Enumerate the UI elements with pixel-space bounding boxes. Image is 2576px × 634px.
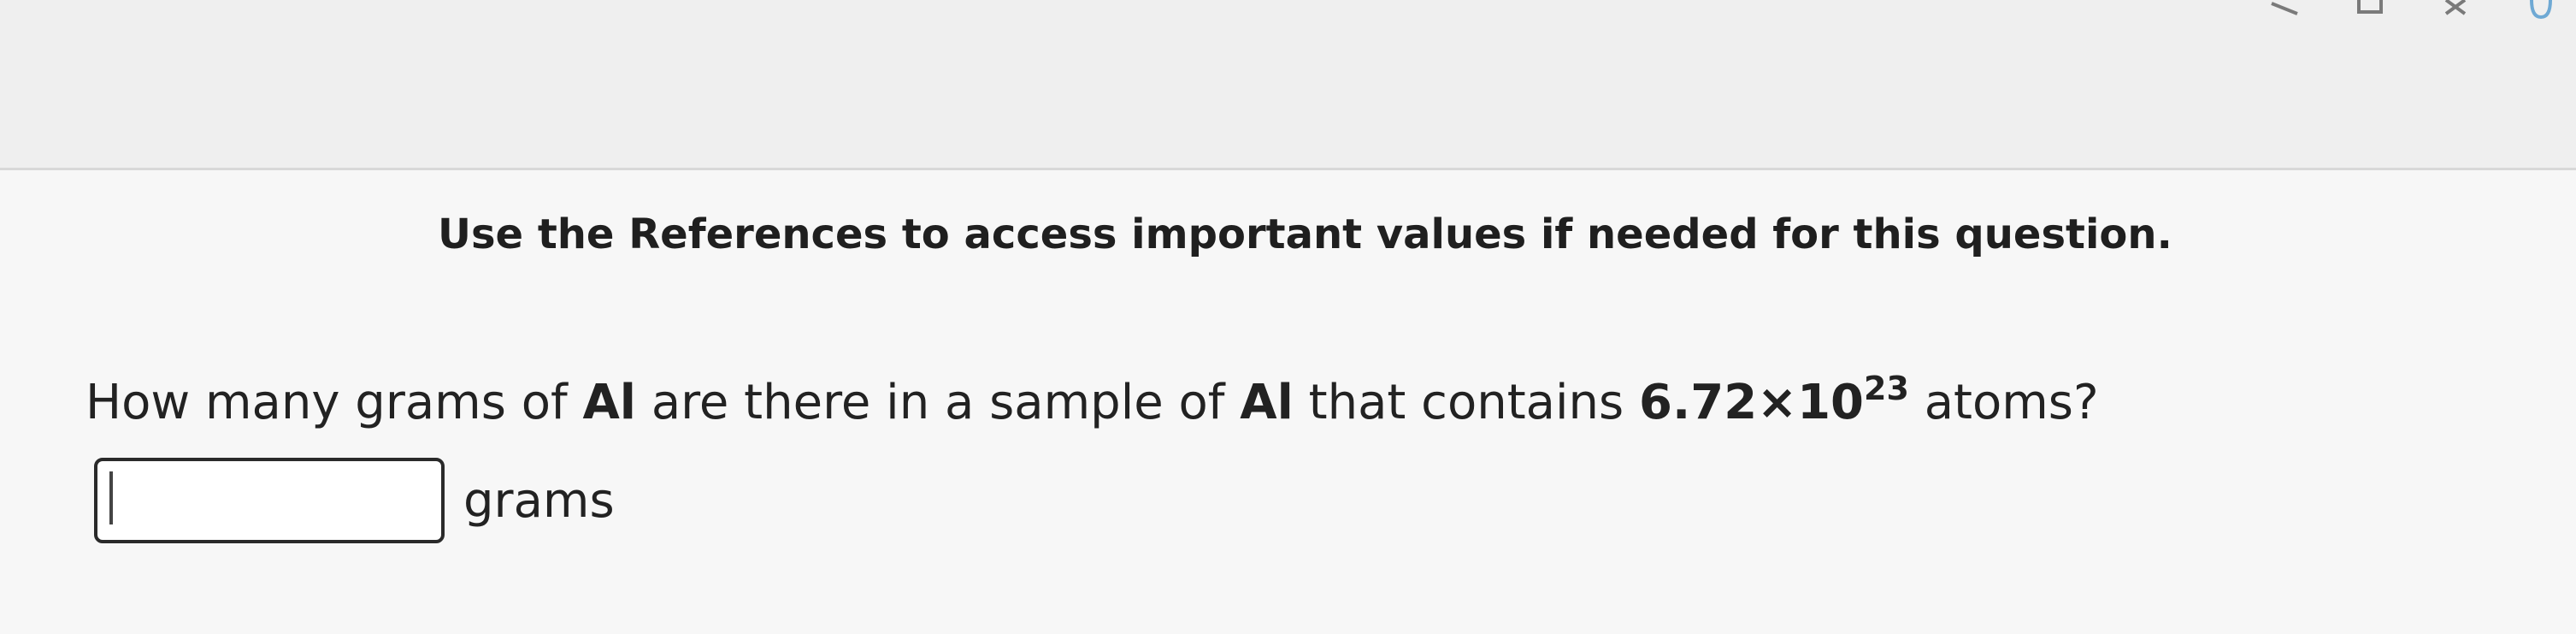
question-part-2: are there in a sample of <box>636 375 1241 430</box>
question-screen: Use the References to access important v… <box>0 0 2576 634</box>
references-instruction: Use the References to access important v… <box>438 210 2172 258</box>
question-text: How many grams of Al are there in a samp… <box>85 372 2522 430</box>
text-caret <box>109 471 113 524</box>
partial-arrow-icon[interactable] <box>2267 0 2302 19</box>
answer-units: grams <box>463 472 615 529</box>
element-symbol: Al <box>582 375 637 430</box>
answer-row: grams <box>94 458 615 543</box>
partial-box-icon[interactable] <box>2352 0 2388 19</box>
question-part-3: that contains <box>1293 375 1639 430</box>
answer-input[interactable] <box>94 458 445 543</box>
element-symbol: Al <box>1240 375 1294 430</box>
top-bar <box>0 0 2576 171</box>
question-part-1: How many grams of <box>85 375 583 430</box>
partial-refresh-icon[interactable] <box>2523 0 2559 19</box>
question-part-4: atoms? <box>1908 375 2099 430</box>
atom-count-coefficient: 6.72×10 <box>1639 375 1865 430</box>
toolbar-icons <box>2267 0 2559 19</box>
partial-x-icon[interactable] <box>2437 0 2473 19</box>
atom-count-exponent: 23 <box>1864 370 1909 407</box>
atom-count: 6.72×1023 <box>1639 372 1909 430</box>
